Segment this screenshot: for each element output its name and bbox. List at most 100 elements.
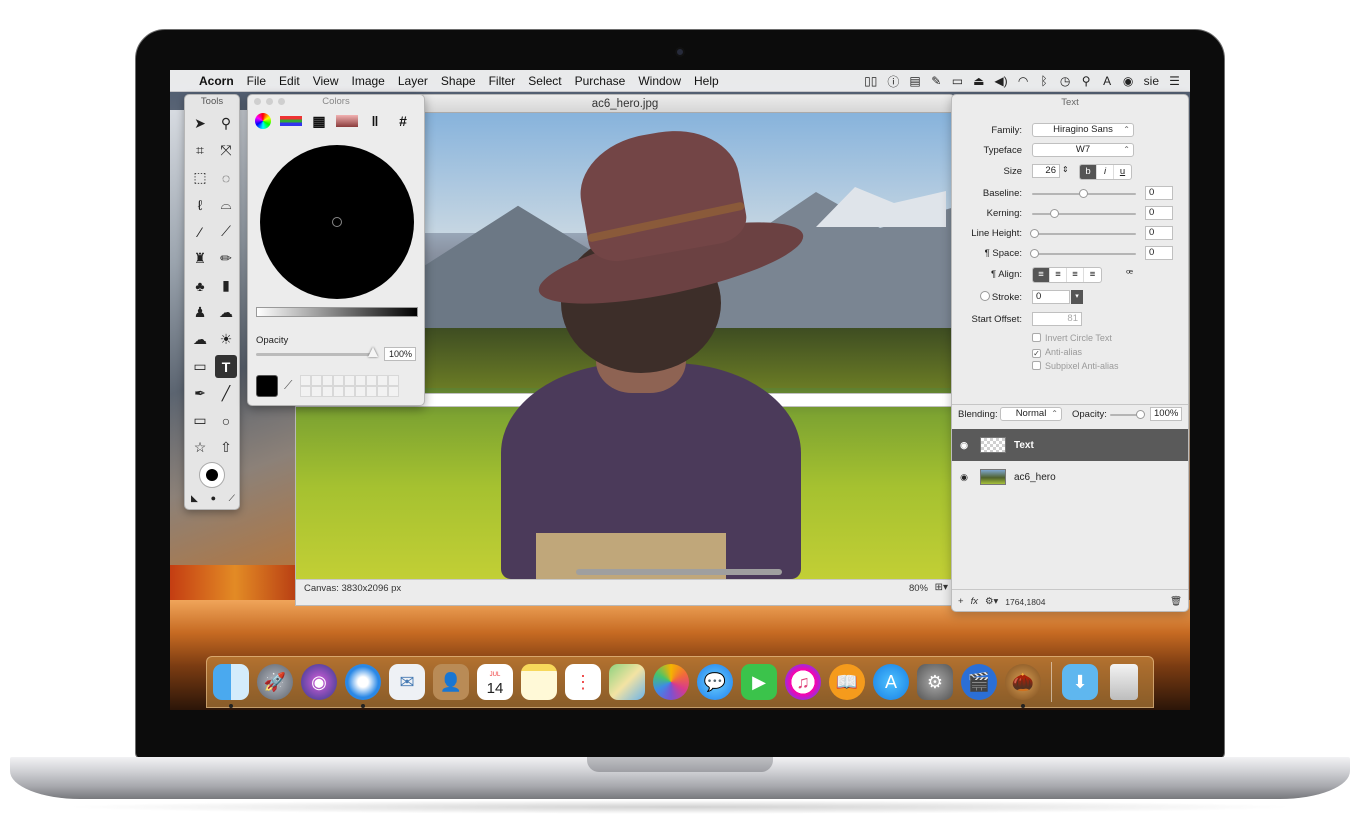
align-center-icon[interactable]: ≡	[1050, 268, 1067, 282]
start-offset-field[interactable]: 81	[1032, 312, 1082, 326]
calendar-icon[interactable]: JUL 14	[477, 664, 513, 700]
info-icon[interactable]: ⓘ	[887, 73, 899, 90]
menu-shape[interactable]: Shape	[441, 74, 476, 88]
pencil-icon[interactable]: ✏	[213, 245, 239, 272]
layer-row[interactable]: ◉ Text	[952, 429, 1188, 461]
horizontal-scrollbar[interactable]	[576, 569, 782, 575]
stroke-color-dropdown[interactable]: ▾	[1071, 290, 1083, 304]
invert-circle-checkbox[interactable]: Invert Circle Text	[1032, 333, 1112, 343]
menu-file[interactable]: File	[247, 74, 266, 88]
kerning-field[interactable]: 0	[1145, 206, 1173, 220]
underline-button[interactable]: u	[1114, 165, 1131, 179]
layer-opacity-knob[interactable]	[1136, 410, 1145, 419]
swatch-cell[interactable]	[344, 375, 355, 386]
swatch-cell[interactable]	[388, 375, 399, 386]
swatch-cell[interactable]	[366, 375, 377, 386]
ellipse-select-icon[interactable]: ◌	[213, 164, 239, 191]
mail-icon[interactable]: ✉	[389, 664, 425, 700]
smudge-icon[interactable]: ▮	[213, 272, 239, 299]
magic-select-icon[interactable]: ⟋	[213, 218, 239, 245]
palettes-icon[interactable]: ▦	[308, 111, 330, 131]
swatch-cell[interactable]	[322, 386, 333, 397]
brush-icon[interactable]: ♜	[187, 245, 213, 272]
gradient-icon[interactable]: ▭	[187, 353, 213, 380]
align-justify-icon[interactable]: ≡	[1084, 268, 1101, 282]
menu-app-name[interactable]: Acorn	[199, 74, 234, 88]
visibility-eye-icon[interactable]: ◉	[952, 472, 976, 483]
swatch-cell[interactable]	[344, 386, 355, 397]
volume-icon[interactable]: ◀)	[994, 74, 1007, 88]
swatch-cell[interactable]	[377, 386, 388, 397]
visibility-eye-icon[interactable]: ◉	[952, 440, 976, 451]
menu-image[interactable]: Image	[352, 74, 385, 88]
text-icon[interactable]: T	[215, 355, 237, 378]
siri-icon[interactable]: ◉	[1123, 74, 1134, 88]
brush-size[interactable]	[199, 462, 225, 488]
opacity-knob[interactable]	[368, 347, 378, 357]
trash-icon[interactable]: 🗑	[1170, 596, 1182, 607]
line-icon[interactable]: ╱	[213, 380, 239, 407]
family-select[interactable]: Hiragino Sans	[1032, 123, 1134, 137]
safari-icon[interactable]	[345, 664, 381, 708]
display-icon[interactable]: ▯▯	[864, 74, 877, 88]
maps-icon[interactable]	[609, 664, 645, 700]
menu-view[interactable]: View	[313, 74, 339, 88]
system-preferences-icon[interactable]: ⚙	[917, 664, 953, 700]
layer-opacity-field[interactable]: 100%	[1150, 407, 1182, 421]
oval-shape-icon[interactable]: ○	[213, 407, 239, 434]
anti-alias-checkbox[interactable]: ✓ Anti-alias	[1032, 347, 1082, 358]
zoom-icon[interactable]: ⚲	[213, 110, 239, 137]
bold-button[interactable]: b	[1080, 165, 1097, 179]
baseline-field[interactable]: 0	[1145, 186, 1173, 200]
siri-icon[interactable]: ◉	[301, 664, 337, 700]
zoom-window-icon[interactable]	[278, 98, 285, 105]
hex-tab[interactable]: #	[392, 111, 414, 131]
sliders-icon[interactable]	[280, 116, 302, 126]
input-icon[interactable]: A	[1102, 74, 1113, 88]
menu-select[interactable]: Select	[528, 74, 561, 88]
photos-icon[interactable]	[653, 664, 689, 700]
italic-button[interactable]: i	[1097, 165, 1114, 179]
acorn-icon[interactable]: 🌰	[1005, 664, 1041, 708]
space-knob[interactable]	[1030, 249, 1039, 258]
ibooks-icon[interactable]: 📖	[829, 664, 865, 700]
downloads-icon[interactable]: ⬇	[1062, 664, 1098, 700]
align-left-icon[interactable]: ≡	[1033, 268, 1050, 282]
stroke-icon[interactable]: ●	[211, 493, 216, 504]
itunes-icon[interactable]: ♫	[785, 664, 821, 700]
line-height-knob[interactable]	[1030, 229, 1039, 238]
battery-icon[interactable]: ▭	[952, 74, 963, 88]
zoom-menu-icon[interactable]: ⊞▾	[935, 582, 948, 593]
swatch-cell[interactable]	[333, 386, 344, 397]
lasso-icon[interactable]: ℓ	[187, 191, 213, 218]
reminders-icon[interactable]: ⋮	[565, 664, 601, 700]
blur-icon[interactable]: ☁	[213, 299, 239, 326]
user-name[interactable]: sie	[1144, 74, 1159, 88]
gear-icon[interactable]: ⚙▾	[985, 596, 998, 607]
airplay-icon[interactable]: ⏏	[973, 74, 984, 88]
fill-icon[interactable]: ◣	[191, 493, 198, 504]
bezier-icon[interactable]: ✒	[187, 380, 213, 407]
zoom-level[interactable]: 80%	[909, 583, 928, 594]
swatch-cell[interactable]	[300, 386, 311, 397]
eyedropper-icon[interactable]: ⟋	[284, 378, 292, 393]
messages-icon[interactable]: 💬	[697, 664, 733, 700]
menu-layer[interactable]: Layer	[398, 74, 428, 88]
size-field[interactable]: 26	[1032, 164, 1060, 178]
arrow-icon[interactable]: ➤	[187, 110, 213, 137]
swatch-cell[interactable]	[377, 375, 388, 386]
typeface-select[interactable]: W7	[1032, 143, 1134, 157]
size-stepper-icon[interactable]: ⇕	[1062, 165, 1069, 174]
swatch-cell[interactable]	[355, 386, 366, 397]
menu-filter[interactable]: Filter	[489, 74, 516, 88]
swatch-cell[interactable]	[366, 386, 377, 397]
color-crosshair[interactable]	[332, 217, 342, 227]
polygon-lasso-icon[interactable]: ⌓	[213, 191, 239, 218]
color-wheel-icon[interactable]	[255, 113, 271, 129]
minimize-icon[interactable]	[266, 98, 273, 105]
pencils-icon[interactable]: ‖	[364, 111, 386, 131]
kerning-slider[interactable]	[1032, 213, 1136, 215]
star-icon[interactable]: ☆	[187, 434, 213, 461]
swatch-cell[interactable]	[311, 386, 322, 397]
swatch-cell[interactable]	[300, 375, 311, 386]
